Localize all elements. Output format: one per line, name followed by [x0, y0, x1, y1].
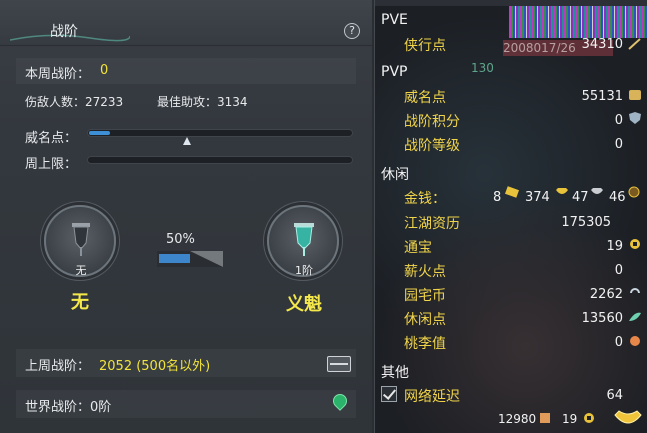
prestige-progress-bar	[87, 129, 353, 137]
help-button[interactable]: ?	[344, 23, 360, 39]
rank-progress-fill	[159, 254, 190, 263]
pve-heading: PVE	[381, 12, 408, 28]
leisure-row-5-value: 0	[614, 335, 623, 350]
kills-count: 伤敌人数：27233	[25, 95, 124, 109]
panel-titlebar: 战阶 ?	[0, 0, 372, 46]
scroll-icon	[540, 413, 550, 423]
gold-ingot-large-icon[interactable]	[613, 405, 643, 429]
money-silver-value: 374	[525, 190, 550, 205]
current-rank-caption: 无	[75, 264, 87, 277]
leisure-row-1-value: 19	[606, 239, 623, 254]
next-rank-caption: 1阶	[295, 264, 313, 277]
overlay-text: 2008017/26	[503, 41, 576, 55]
pvp-row-level-value: 0	[614, 137, 623, 152]
leisure-row-2-value: 0	[614, 263, 623, 278]
prestige-badge-icon	[629, 90, 641, 100]
glitch-overlay	[509, 6, 647, 38]
prestige-marker-icon	[183, 137, 192, 145]
latency-checkbox[interactable]	[381, 386, 397, 402]
footer-value-2: 19	[562, 412, 578, 426]
footer-coin-icon	[584, 413, 594, 423]
latency-label: 网络延迟	[404, 389, 460, 405]
rank-panel: 战阶 ? 本周战阶： 0 伤敌人数：27233 最佳助攻：3134 威名点： 周…	[0, 0, 372, 433]
weekly-rank-value: 0	[100, 63, 109, 78]
rank-banner-teal-icon	[294, 223, 314, 256]
xia-points-label: 侠行点	[404, 38, 446, 54]
weekly-cap-label: 周上限：	[25, 157, 78, 172]
overlay-number: 130	[471, 61, 494, 75]
pvp-row-prestige-value: 55131	[581, 89, 623, 104]
leisure-row-4-label: 休闲点	[404, 312, 446, 328]
copper-ingot-icon	[591, 188, 603, 194]
prestige-label: 威名点：	[25, 131, 78, 146]
pvp-row-prestige-label: 威名点	[404, 90, 446, 106]
world-rank-text: 世界战阶：0阶	[25, 400, 112, 415]
latency-value: 64	[606, 388, 623, 403]
next-rank-name: 义魁	[286, 294, 322, 315]
sword-icon	[628, 38, 641, 50]
pvp-row-points-label: 战阶积分	[404, 114, 460, 130]
current-rank-medal: 无	[44, 205, 116, 277]
leisure-row-0-value: 175305	[561, 215, 611, 230]
leisure-row-0-label: 江湖资历	[404, 216, 460, 232]
weekly-rank-label: 本周战阶：	[25, 67, 91, 82]
rank-progress-percent: 50%	[166, 232, 195, 247]
leisure-row-4-value: 13560	[581, 311, 623, 326]
swirl-coin-icon	[630, 288, 640, 294]
leisure-row-3-value: 2262	[589, 287, 623, 302]
tongbao-coin-icon	[630, 239, 640, 249]
best-assist: 最佳助攻：3134	[157, 95, 248, 109]
pvp-row-level-label: 战阶等级	[404, 138, 460, 154]
pvp-row-points-value: 0	[614, 113, 623, 128]
coin-icon	[628, 186, 640, 198]
rank-progress	[157, 251, 223, 267]
last-week-label: 上周战阶：	[25, 359, 91, 374]
xia-points-value: 34310	[581, 37, 623, 52]
pvp-heading: PVP	[381, 64, 408, 80]
currency-stats-panel: 2008017/26 130 PVE 侠行点 34310 PVP 威名点 551…	[374, 0, 647, 433]
reward-chest-icon[interactable]	[327, 356, 351, 372]
other-heading: 其他	[381, 365, 409, 381]
panel-title: 战阶	[50, 24, 78, 40]
gold-ingot-icon	[505, 186, 519, 198]
money-label: 金钱：	[404, 191, 446, 207]
leisure-row-1-label: 通宝	[404, 240, 432, 256]
footer-value-1: 12980	[498, 412, 537, 426]
leisure-row-2-label: 薪火点	[404, 264, 446, 280]
peach-icon	[630, 336, 640, 346]
last-week-value: 2052 (500名以外)	[99, 359, 211, 374]
prestige-progress-fill	[89, 131, 110, 135]
leisure-heading: 休闲	[381, 167, 409, 183]
leisure-row-3-label: 园宅币	[404, 288, 446, 304]
leaf-icon	[629, 312, 641, 321]
money-gold-value: 8	[493, 190, 502, 205]
money-copper2-value: 46	[609, 190, 626, 205]
current-rank-name: 无	[71, 292, 89, 313]
next-rank-medal: 1阶	[267, 205, 339, 277]
money-copper1-value: 47	[572, 190, 589, 205]
silver-ingot-icon	[556, 188, 568, 194]
leisure-row-5-label: 桃李值	[404, 336, 446, 352]
shield-icon	[629, 112, 641, 124]
weekly-cap-bar	[87, 156, 353, 164]
rank-banner-gray-icon	[72, 223, 90, 256]
